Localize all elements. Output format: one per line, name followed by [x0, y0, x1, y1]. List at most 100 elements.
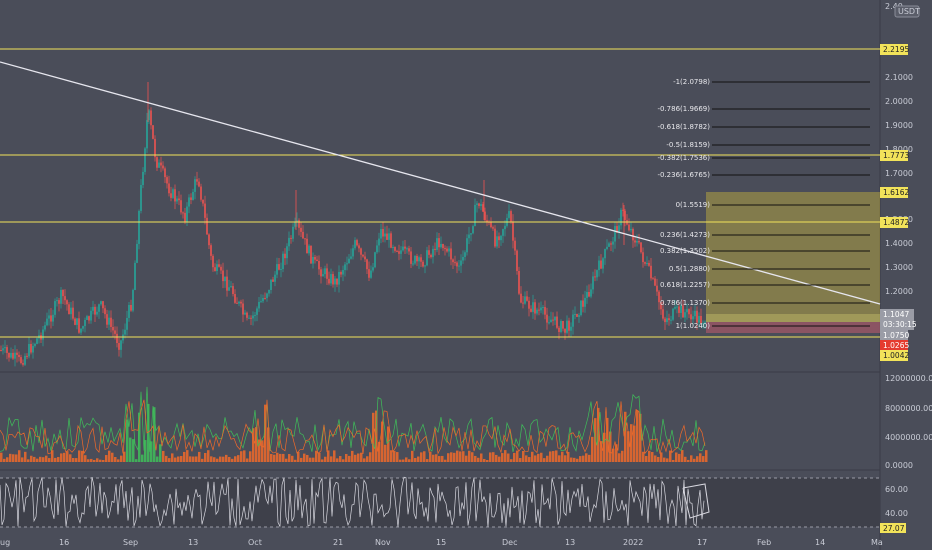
volume-bar [465, 455, 468, 462]
candle-body [440, 243, 442, 248]
volume-bar [33, 456, 36, 462]
candle-body [316, 259, 318, 261]
candle-body [332, 274, 334, 285]
candle-body [394, 247, 396, 251]
target-zone-box[interactable] [706, 192, 880, 314]
candle-body [562, 320, 564, 329]
candle-body [624, 210, 626, 221]
volume-bar [132, 439, 135, 462]
candle-body [318, 260, 320, 270]
candle-body [538, 309, 540, 311]
volume-bar [117, 459, 120, 462]
candle-body [78, 318, 80, 333]
candle-body [502, 229, 504, 236]
candle-body [654, 278, 656, 286]
volume-bar [588, 454, 591, 462]
volume-bar [246, 458, 249, 462]
volume-bar [279, 453, 282, 462]
candle-body [118, 343, 120, 350]
candle-body [418, 257, 420, 262]
candle-body [346, 263, 348, 265]
candle-body [234, 294, 236, 303]
candle-body [150, 110, 152, 126]
fib-level-label: 1(1.0240) [676, 322, 711, 330]
volume-bar [546, 455, 549, 462]
volume-bar [453, 452, 456, 462]
volume-bar [693, 458, 696, 462]
last-price-value: 1.1047 [883, 310, 909, 319]
candle-body [400, 250, 402, 254]
time-axis-label: 17 [697, 538, 707, 547]
volume-bar [489, 452, 492, 462]
volume-bar [324, 456, 327, 462]
candle-body [666, 318, 668, 323]
candle-body [566, 320, 568, 333]
candle-body [636, 241, 638, 243]
volume-bar [207, 450, 210, 462]
volume-bar [219, 456, 222, 462]
candle-body [388, 233, 390, 240]
candle-body [380, 228, 382, 239]
candle-body [430, 254, 432, 258]
candle-body [274, 274, 276, 282]
candle-body [304, 238, 306, 240]
level-tag-text: 2.2195 [883, 45, 909, 54]
volume-axis-label: 8000000.0000 [885, 404, 932, 413]
volume-bar [384, 444, 387, 462]
volume-bar [696, 456, 699, 462]
volume-bar [660, 452, 663, 462]
candle-body [652, 278, 654, 280]
candle-body [482, 204, 484, 212]
candle-body [284, 253, 286, 259]
candle-body [180, 200, 182, 213]
volume-bar [180, 456, 183, 462]
volume-bar [192, 456, 195, 462]
candle-body [8, 352, 10, 358]
volume-bar [654, 455, 657, 462]
volume-bar [474, 455, 477, 462]
candle-body [308, 245, 310, 254]
candle-body [34, 343, 36, 346]
candle-body [662, 309, 664, 319]
entry-zone-box[interactable] [706, 314, 880, 322]
volume-bar [399, 459, 402, 462]
volume-bar [357, 453, 360, 462]
candle-body [480, 204, 482, 206]
candle-body [96, 311, 98, 315]
candle-body [498, 236, 500, 241]
candle-body [412, 263, 414, 265]
candle-body [464, 252, 466, 257]
candle-body [384, 233, 386, 237]
volume-bar [90, 458, 93, 462]
candle-body [288, 237, 290, 247]
volume-bar [216, 458, 219, 462]
oscillator-band [0, 478, 880, 527]
stop-zone-box[interactable] [706, 322, 880, 333]
candle-body [490, 222, 492, 228]
candle-body [372, 267, 374, 271]
candle-body [46, 318, 48, 326]
fib-level-label: -0.5(1.8159) [666, 141, 710, 149]
price-chart[interactable]: -1(2.0798) -0.786(1.9669) -0.618(1.8782) -0… [0, 0, 932, 550]
time-axis-label: 14 [815, 538, 825, 547]
candle-body [378, 238, 380, 246]
volume-bar [297, 451, 300, 462]
volume-bar [312, 457, 315, 462]
volume-bar [237, 455, 240, 462]
volume-axis-label: 12000000.0000 [885, 374, 932, 383]
candle-body [114, 330, 116, 334]
candle-body [146, 120, 148, 149]
candle-body [416, 255, 418, 262]
candle-body [342, 270, 344, 275]
candle-body [210, 245, 212, 256]
candle-body [230, 286, 232, 288]
volume-bar [360, 452, 363, 462]
volume-bar [102, 459, 105, 462]
volume-bar [303, 453, 306, 462]
candle-body [132, 289, 134, 311]
candle-body [638, 241, 640, 243]
volume-axis-label: 0.0000 [885, 461, 913, 470]
candle-body [446, 248, 448, 252]
volume-bar [351, 450, 354, 462]
volume-bar [111, 452, 114, 462]
